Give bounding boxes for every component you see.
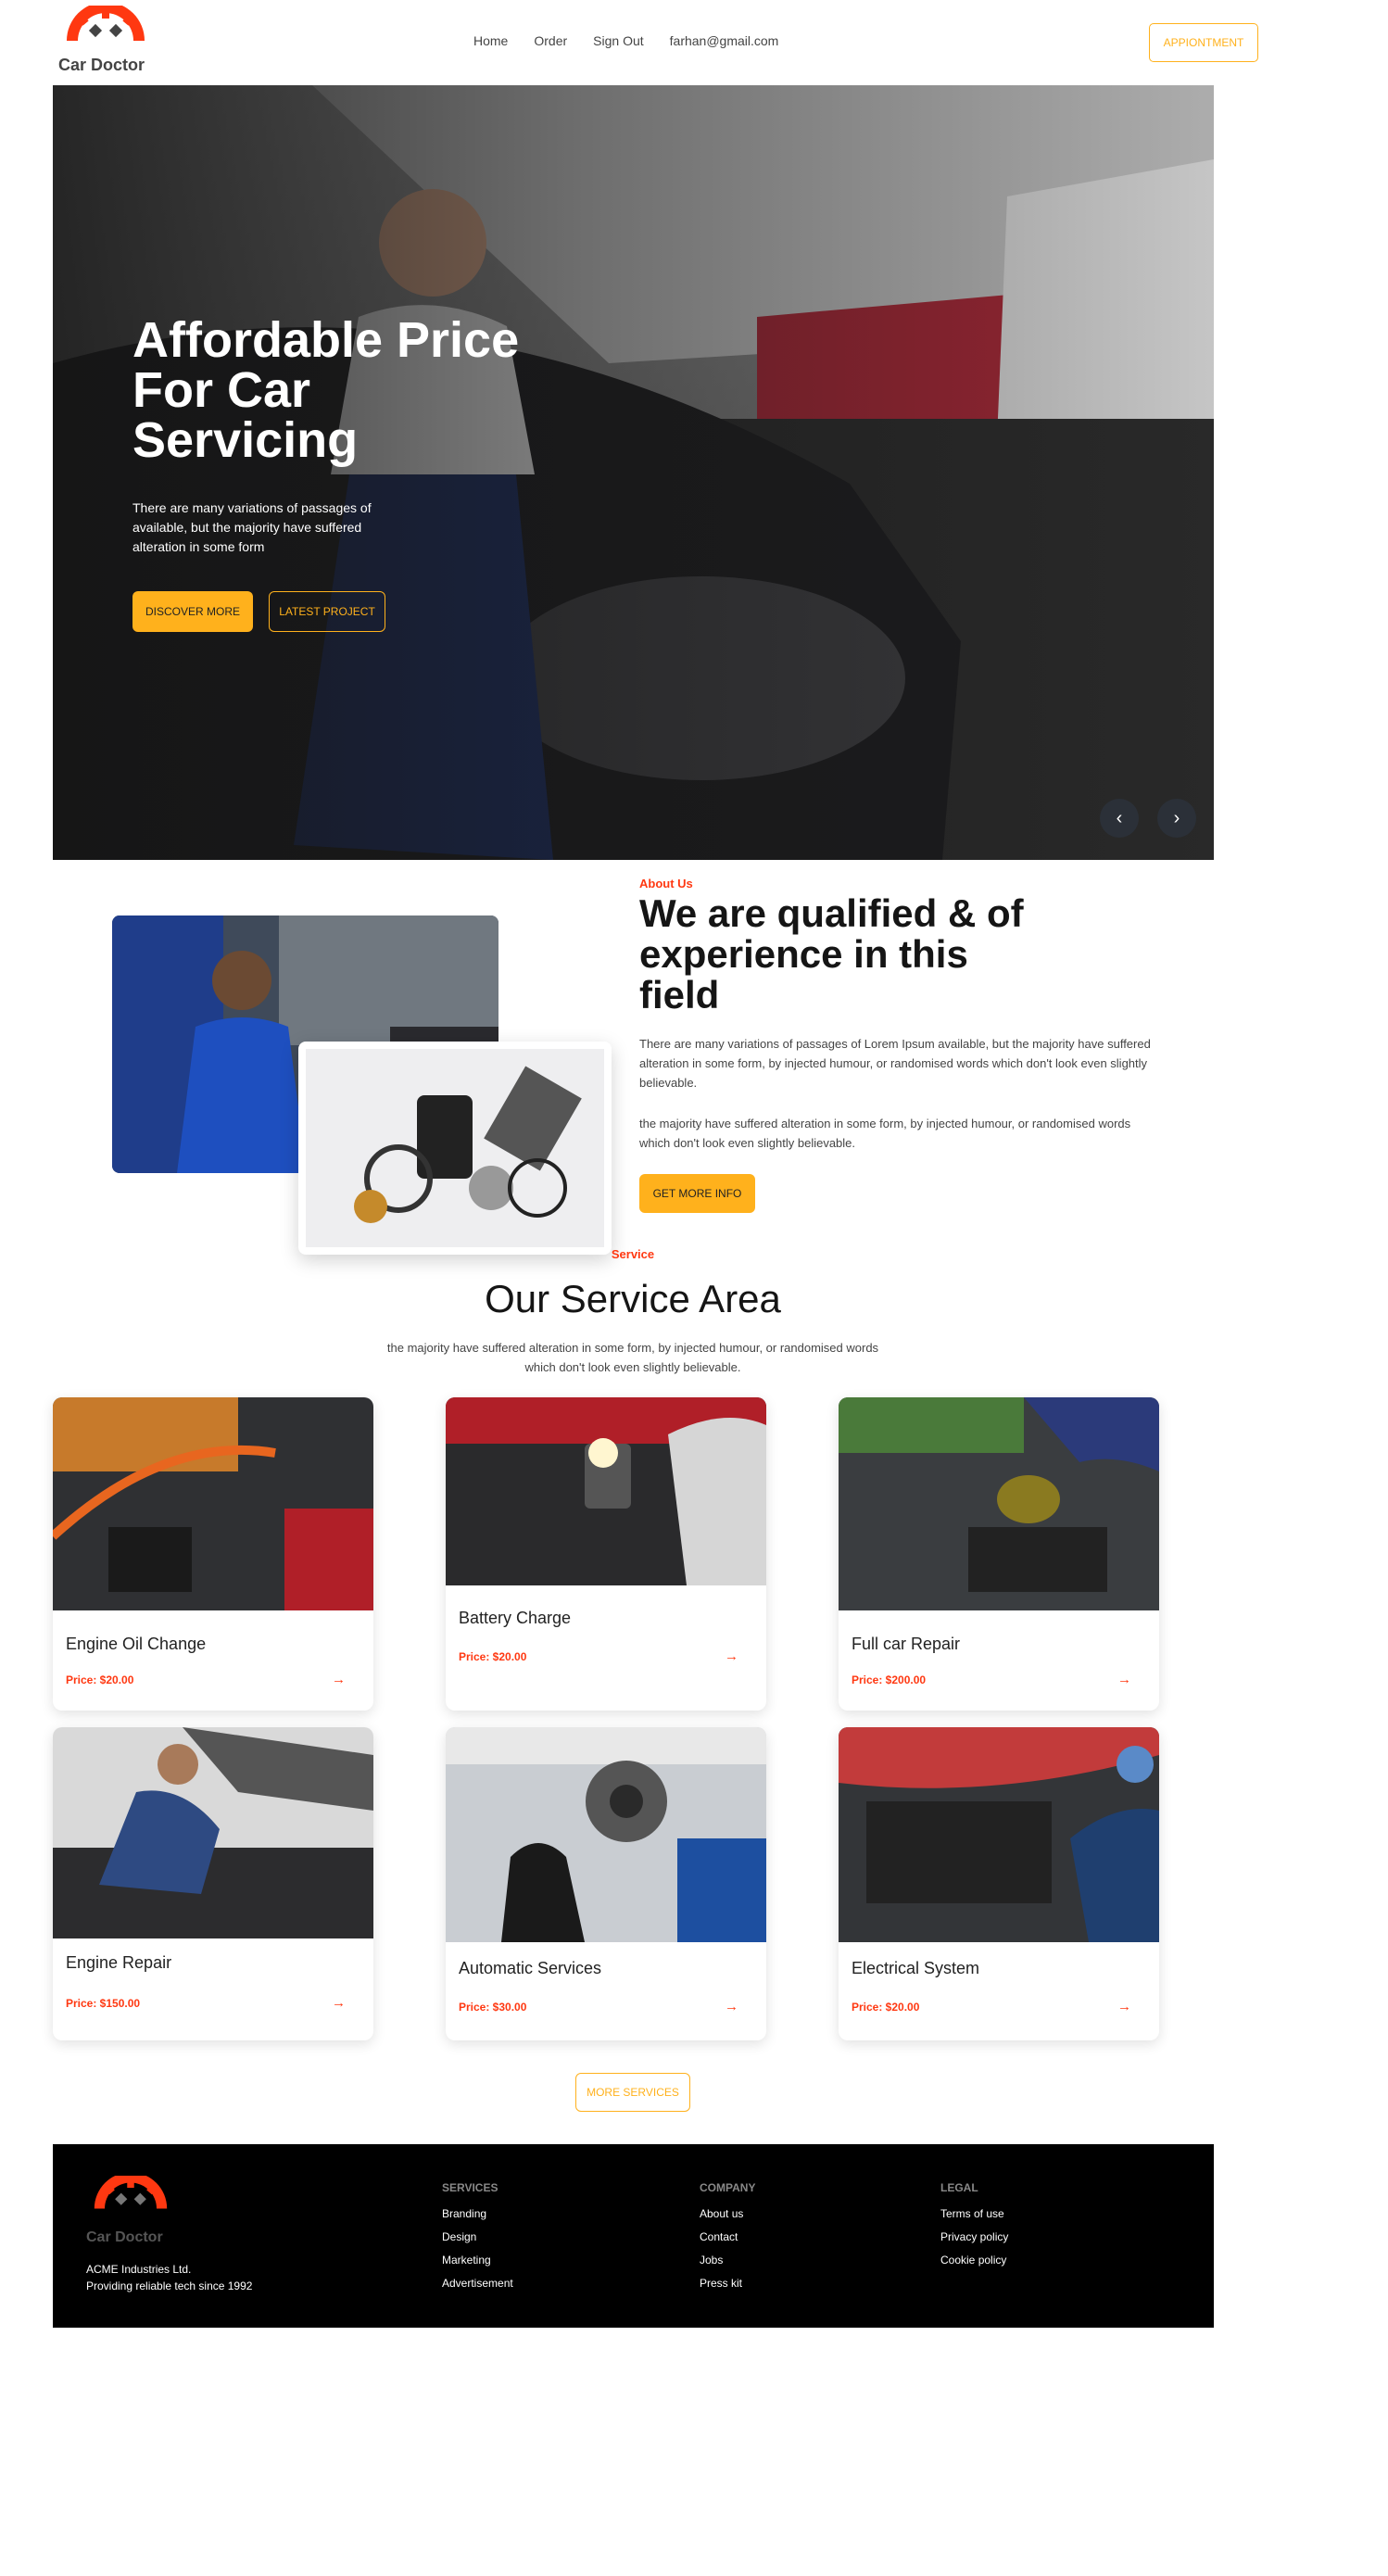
hero-title: Affordable Price For Car Servicing [132,312,520,468]
service-image [53,1397,373,1610]
footer-column-company: COMPANY About us Contact Jobs Press kit [700,2181,755,2300]
footer-column-title: LEGAL [940,2181,978,2194]
service-image [53,1727,373,1938]
service-price: Price: $20.00 [459,1650,527,1663]
about-paragraph-1: There are many variations of passages of… [639,1037,1151,1090]
more-services-button[interactable]: MORE SERVICES [575,2073,690,2112]
brand-name: Car Doctor [58,56,145,74]
service-title: Engine Repair [66,1953,172,1972]
service-card[interactable]: Automatic Services Price: $30.00 → [446,1727,766,2040]
service-price: Price: $30.00 [459,2001,527,2014]
arrow-right-icon[interactable]: → [332,1995,346,2011]
footer-link[interactable]: Press kit [700,2277,755,2290]
footer-link[interactable]: Jobs [700,2254,755,2267]
slide-prev-button[interactable]: ‹ [1100,799,1139,838]
services-title: Our Service Area [485,1277,781,1320]
get-more-info-button[interactable]: GET MORE INFO [639,1174,755,1213]
footer-link[interactable]: Contact [700,2230,755,2243]
footer-link[interactable]: Privacy policy [940,2230,1008,2243]
footer-company-name: ACME Industries Ltd. [86,2263,192,2276]
arrow-right-icon[interactable]: → [725,1648,738,1664]
hero-overlay [53,85,1214,860]
footer-column-title: SERVICES [442,2181,498,2194]
service-title: Full car Repair [852,1635,961,1653]
service-price: Price: $20.00 [66,1673,134,1686]
slide-next-button[interactable]: › [1157,799,1196,838]
service-card[interactable]: Battery Charge Price: $20.00 → [446,1397,766,1711]
footer-link[interactable]: Marketing [442,2254,513,2267]
arrow-right-icon[interactable]: → [1117,1999,1131,2014]
service-title: Engine Oil Change [66,1635,207,1653]
about-title: We are qualified & of experience in this… [639,891,1024,1017]
service-price: Price: $20.00 [852,2001,920,2014]
service-title: Battery Charge [459,1609,572,1627]
footer-column-legal: LEGAL Terms of use Privacy policy Cookie… [940,2181,1008,2277]
hero-banner: Affordable Price For Car Servicing There… [53,85,1214,860]
services-subtitle: the majority have suffered alteration in… [386,1341,879,1374]
service-image [839,1397,1159,1610]
footer-company-tagline: Providing reliable tech since 1992 [86,2279,253,2292]
services-kicker: Service [611,1247,655,1261]
service-card[interactable]: Engine Oil Change Price: $20.00 → [53,1397,373,1711]
service-price: Price: $150.00 [66,1997,141,2010]
discover-more-button[interactable]: DISCOVER MORE [132,591,253,632]
service-card[interactable]: Engine Repair Price: $150.00 → [53,1727,373,2040]
footer-link[interactable]: Terms of use [940,2207,1008,2220]
navbar: Car Doctor Home Order Sign Out farhan@gm… [52,0,1258,85]
nav-user-email: farhan@gmail.com [669,33,779,48]
service-price: Price: $200.00 [852,1673,927,1686]
nav-home-link[interactable]: Home [473,33,508,48]
arrow-right-icon[interactable]: → [725,1999,738,2014]
brand-logo[interactable] [59,6,161,61]
nav-order-link[interactable]: Order [534,33,567,48]
latest-project-button[interactable]: LATEST PROJECT [269,591,385,632]
hero-text: There are many variations of passages of… [132,500,372,554]
footer-link[interactable]: Design [442,2230,513,2243]
footer-link[interactable]: About us [700,2207,755,2220]
main-menu: Home Order Sign Out farhan@gmail.com [473,33,778,48]
service-image [446,1397,766,1585]
service-image [839,1727,1159,1942]
about-paragraph-2: the majority have suffered alteration in… [639,1117,1131,1150]
footer-link[interactable]: Cookie policy [940,2254,1008,2267]
service-card[interactable]: Electrical System Price: $20.00 → [839,1727,1159,2040]
arrow-right-icon[interactable]: → [332,1672,346,1687]
service-card[interactable]: Full car Repair Price: $200.00 → [839,1397,1159,1711]
about-kicker: About Us [639,877,693,890]
footer-link[interactable]: Advertisement [442,2277,513,2290]
footer: Car Doctor ACME Industries Ltd. Providin… [53,2144,1214,2328]
gear-wrench-logo-icon [94,2172,168,2209]
footer-brand-name: Car Doctor [86,2229,163,2245]
footer-column-title: COMPANY [700,2181,756,2194]
service-title: Electrical System [852,1959,980,1977]
service-title: Automatic Services [459,1959,602,1977]
footer-company-info: ACME Industries Ltd. Providing reliable … [86,2261,252,2294]
footer-link[interactable]: Branding [442,2207,513,2220]
gear-wrench-logo-icon [67,6,145,41]
footer-column-services: SERVICES Branding Design Marketing Adver… [442,2181,513,2300]
nav-signout-link[interactable]: Sign Out [593,33,643,48]
about-parts-image [298,1042,612,1255]
footer-logo[interactable] [86,2172,175,2232]
appointment-button[interactable]: APPIONTMENT [1149,23,1258,62]
arrow-right-icon[interactable]: → [1117,1672,1131,1687]
service-image [446,1727,766,1942]
